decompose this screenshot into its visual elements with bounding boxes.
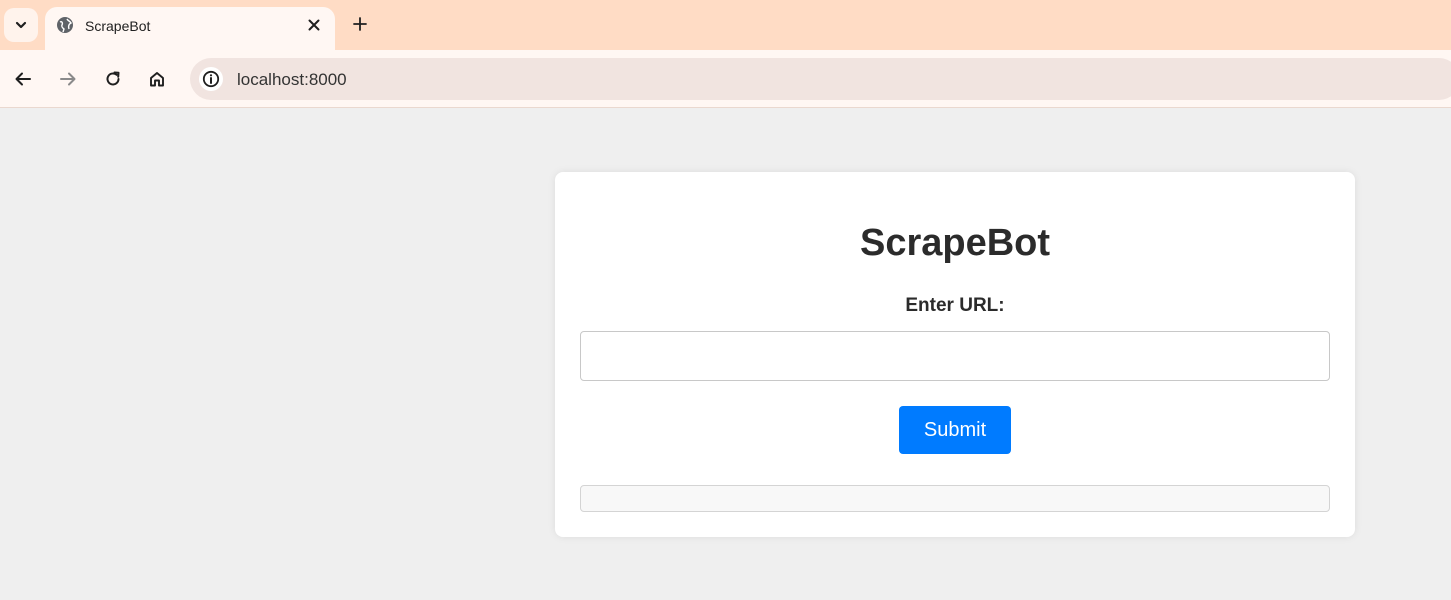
url-input[interactable] bbox=[580, 331, 1330, 381]
reload-button[interactable] bbox=[98, 64, 128, 94]
result-output bbox=[580, 485, 1330, 512]
chevron-down-icon bbox=[15, 21, 27, 29]
arrow-right-icon bbox=[60, 72, 76, 86]
forward-button[interactable] bbox=[53, 64, 83, 94]
home-icon bbox=[150, 72, 164, 87]
tab-search-button[interactable] bbox=[4, 8, 38, 42]
address-bar[interactable]: localhost:8000 bbox=[190, 58, 1451, 100]
url-label: Enter URL: bbox=[905, 295, 1005, 316]
submit-button[interactable]: Submit bbox=[899, 406, 1011, 454]
page-title: ScrapeBot bbox=[859, 222, 1051, 264]
browser-tab-active[interactable]: ScrapeBot bbox=[45, 7, 335, 50]
home-button[interactable] bbox=[142, 64, 172, 94]
info-icon bbox=[202, 70, 220, 88]
new-tab-button[interactable] bbox=[347, 11, 373, 37]
reload-icon bbox=[106, 71, 120, 86]
globe-icon bbox=[57, 17, 73, 33]
back-button[interactable] bbox=[8, 64, 38, 94]
browser-toolbar: localhost:8000 bbox=[0, 50, 1451, 108]
browser-tabstrip: ScrapeBot bbox=[0, 0, 1451, 50]
tab-close-button[interactable] bbox=[304, 15, 324, 35]
site-info-button[interactable] bbox=[199, 67, 223, 91]
address-url: localhost:8000 bbox=[237, 70, 347, 89]
tab-title: ScrapeBot bbox=[85, 18, 151, 34]
arrow-left-icon bbox=[15, 72, 31, 86]
close-icon bbox=[308, 19, 320, 31]
plus-icon bbox=[353, 17, 367, 31]
scrape-form-card: ScrapeBot Enter URL: Submit bbox=[555, 172, 1355, 537]
